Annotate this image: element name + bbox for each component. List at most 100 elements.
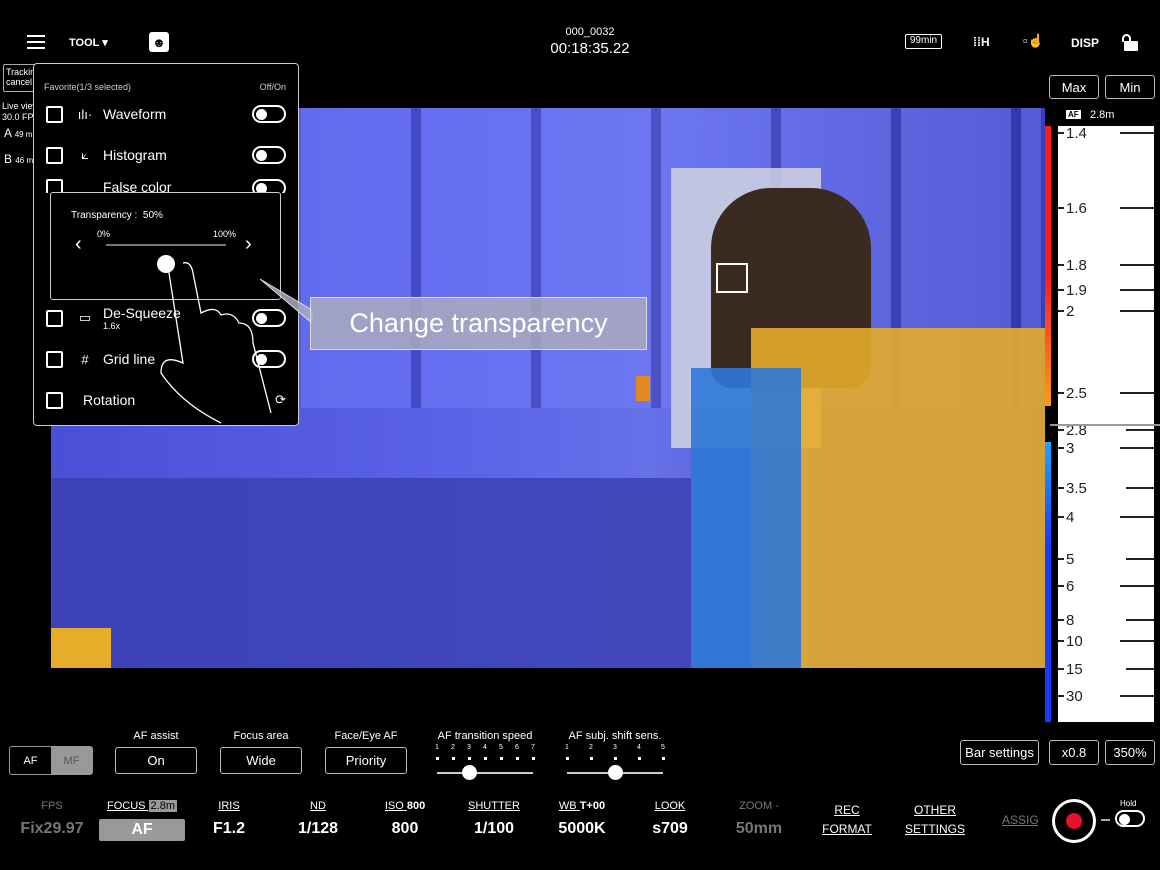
tool-label: TOOL [69, 37, 100, 49]
slider-min-label: 0% [97, 229, 111, 239]
toggle[interactable] [252, 179, 286, 193]
slider-tick-label: 6 [515, 744, 519, 751]
focus-area-label: Focus area [233, 730, 289, 742]
transparency-slider-track[interactable] [106, 244, 226, 246]
max-button[interactable]: Max [1049, 75, 1099, 99]
checkbox[interactable] [46, 179, 63, 193]
favorite-item-waveform[interactable]: ılı· Waveform [46, 102, 286, 126]
slider-tick-label: 2 [451, 744, 455, 751]
touch-focus-icon[interactable]: ▫☝ [1023, 33, 1044, 49]
focus-scale-tick: 10 [1058, 632, 1154, 650]
checkbox[interactable] [46, 146, 63, 164]
focus-scale-tick: 1.4 [1058, 124, 1154, 142]
slider-tick [515, 757, 519, 760]
item-label: Waveform [103, 106, 167, 122]
nd-param[interactable]: ND 1/128 [273, 800, 363, 838]
slider-tick-label: 3 [467, 744, 471, 751]
af-transition-slider[interactable]: 1 2 3 4 5 6 7 [435, 744, 535, 780]
face-eye-af-label: Face/Eye AF [334, 730, 398, 742]
slider-tick-label: 4 [483, 744, 487, 751]
slider-tick-label: 5 [661, 744, 665, 751]
slider-tick-label: 5 [499, 744, 503, 751]
mf-option[interactable]: MF [51, 747, 92, 774]
zoom-param[interactable]: ZOOM -50mm [714, 800, 804, 838]
slider-tick [467, 757, 471, 760]
slider-knob[interactable] [608, 765, 623, 780]
checkbox[interactable] [46, 350, 63, 368]
slider-tick-label: 7 [531, 744, 535, 751]
hold-toggle[interactable] [1115, 810, 1145, 827]
tool-dropdown[interactable]: TOOL ▾ [69, 36, 108, 49]
slider-tick [589, 757, 593, 760]
grid-h-label: H [981, 35, 990, 49]
focus-scale-tick: 1.9 [1058, 281, 1154, 299]
slider-tick [661, 757, 665, 760]
callout-pointer [259, 278, 313, 325]
min-button[interactable]: Min [1105, 75, 1155, 99]
grid-display-button[interactable]: ⁞⁞H [973, 35, 990, 49]
focus-frame[interactable] [716, 263, 748, 293]
focus-scale-tick: 3 [1058, 439, 1154, 457]
wb-param[interactable]: WB T+00 5000K [537, 800, 627, 838]
favorite-item-false-color[interactable]: False color [46, 179, 286, 193]
face-detect-icon[interactable]: ☻ [149, 32, 169, 52]
focus-param[interactable]: FOCUS 2.8m AF [97, 800, 187, 841]
chevron-down-icon: ▾ [102, 37, 108, 49]
unlock-icon[interactable] [1122, 34, 1138, 51]
focus-indicator-line[interactable] [1050, 424, 1160, 426]
checkbox[interactable] [46, 391, 63, 409]
magnification-button[interactable]: x0.8 [1049, 740, 1099, 765]
focus-scale-tick: 3.5 [1058, 479, 1154, 497]
slider-track[interactable] [437, 772, 533, 774]
clip-name: 000_0032 [565, 26, 615, 38]
focus-scale-tick: 1.6 [1058, 199, 1154, 217]
rec-format-button[interactable]: REC FORMAT [802, 803, 892, 836]
record-button[interactable] [1052, 799, 1096, 843]
focus-area-button[interactable]: Wide [220, 747, 302, 774]
transparency-popup: Transparency : 50% 0% 100% ‹ › [50, 192, 281, 424]
menu-button[interactable] [27, 35, 45, 49]
af-option[interactable]: AF [10, 747, 51, 774]
offon-label: Off/On [259, 82, 286, 92]
toggle[interactable] [252, 146, 286, 164]
assign-button[interactable]: ASSIGN [1002, 813, 1038, 827]
checkbox[interactable] [46, 309, 63, 327]
callout-label: Change transparency [310, 297, 647, 350]
slider-tick [565, 757, 569, 760]
hold-label: Hold [1120, 799, 1137, 808]
checkbox[interactable] [46, 105, 63, 123]
look-param[interactable]: LOOK s709 [625, 800, 715, 838]
focus-scale-tick: 30 [1058, 687, 1154, 705]
focus-scale-tick: 2 [1058, 302, 1154, 320]
favorite-item-histogram[interactable]: ⟀ Histogram [46, 143, 286, 167]
bar-settings-button[interactable]: Bar settings [960, 740, 1039, 765]
decrease-arrow[interactable]: ‹ [75, 233, 82, 256]
other-settings-button[interactable]: OTHER SETTINGS [890, 803, 980, 836]
focus-scale-tick: 4 [1058, 508, 1154, 526]
iris-param[interactable]: IRIS F1.2 [184, 800, 274, 838]
af-transition-label: AF transition speed [437, 730, 533, 742]
af-mf-switch[interactable]: AF MF [9, 746, 93, 775]
histogram-icon: ⟀ [81, 147, 89, 162]
slider-tick [531, 757, 535, 760]
fps-param[interactable]: FPS Fix29.97 [7, 800, 97, 838]
slider-tick [499, 757, 503, 760]
focus-distance: 2.8m [1090, 109, 1115, 121]
slider-max-label: 100% [213, 229, 237, 239]
slider-tick-label: 3 [613, 744, 617, 751]
slider-tick-label: 1 [435, 744, 439, 751]
slider-knob[interactable] [462, 765, 477, 780]
toggle[interactable] [252, 105, 286, 123]
face-eye-af-button[interactable]: Priority [325, 747, 407, 774]
iso-param[interactable]: ISO 800 800 [360, 800, 450, 838]
zoom-percent-button[interactable]: 350% [1105, 740, 1155, 765]
af-assist-button[interactable]: On [115, 747, 197, 774]
focus-scale-tick: 15 [1058, 660, 1154, 678]
desqueeze-icon: ▭ [78, 310, 92, 325]
shutter-param[interactable]: SHUTTER 1/100 [449, 800, 539, 838]
timecode: 00:18:35.22 [550, 40, 630, 57]
af-shift-slider[interactable]: 1 2 3 4 5 [565, 744, 665, 780]
disp-button[interactable]: DISP [1071, 36, 1099, 50]
transparency-title: Transparency : 50% [71, 210, 163, 221]
focus-scale-tick: 8 [1058, 611, 1154, 629]
